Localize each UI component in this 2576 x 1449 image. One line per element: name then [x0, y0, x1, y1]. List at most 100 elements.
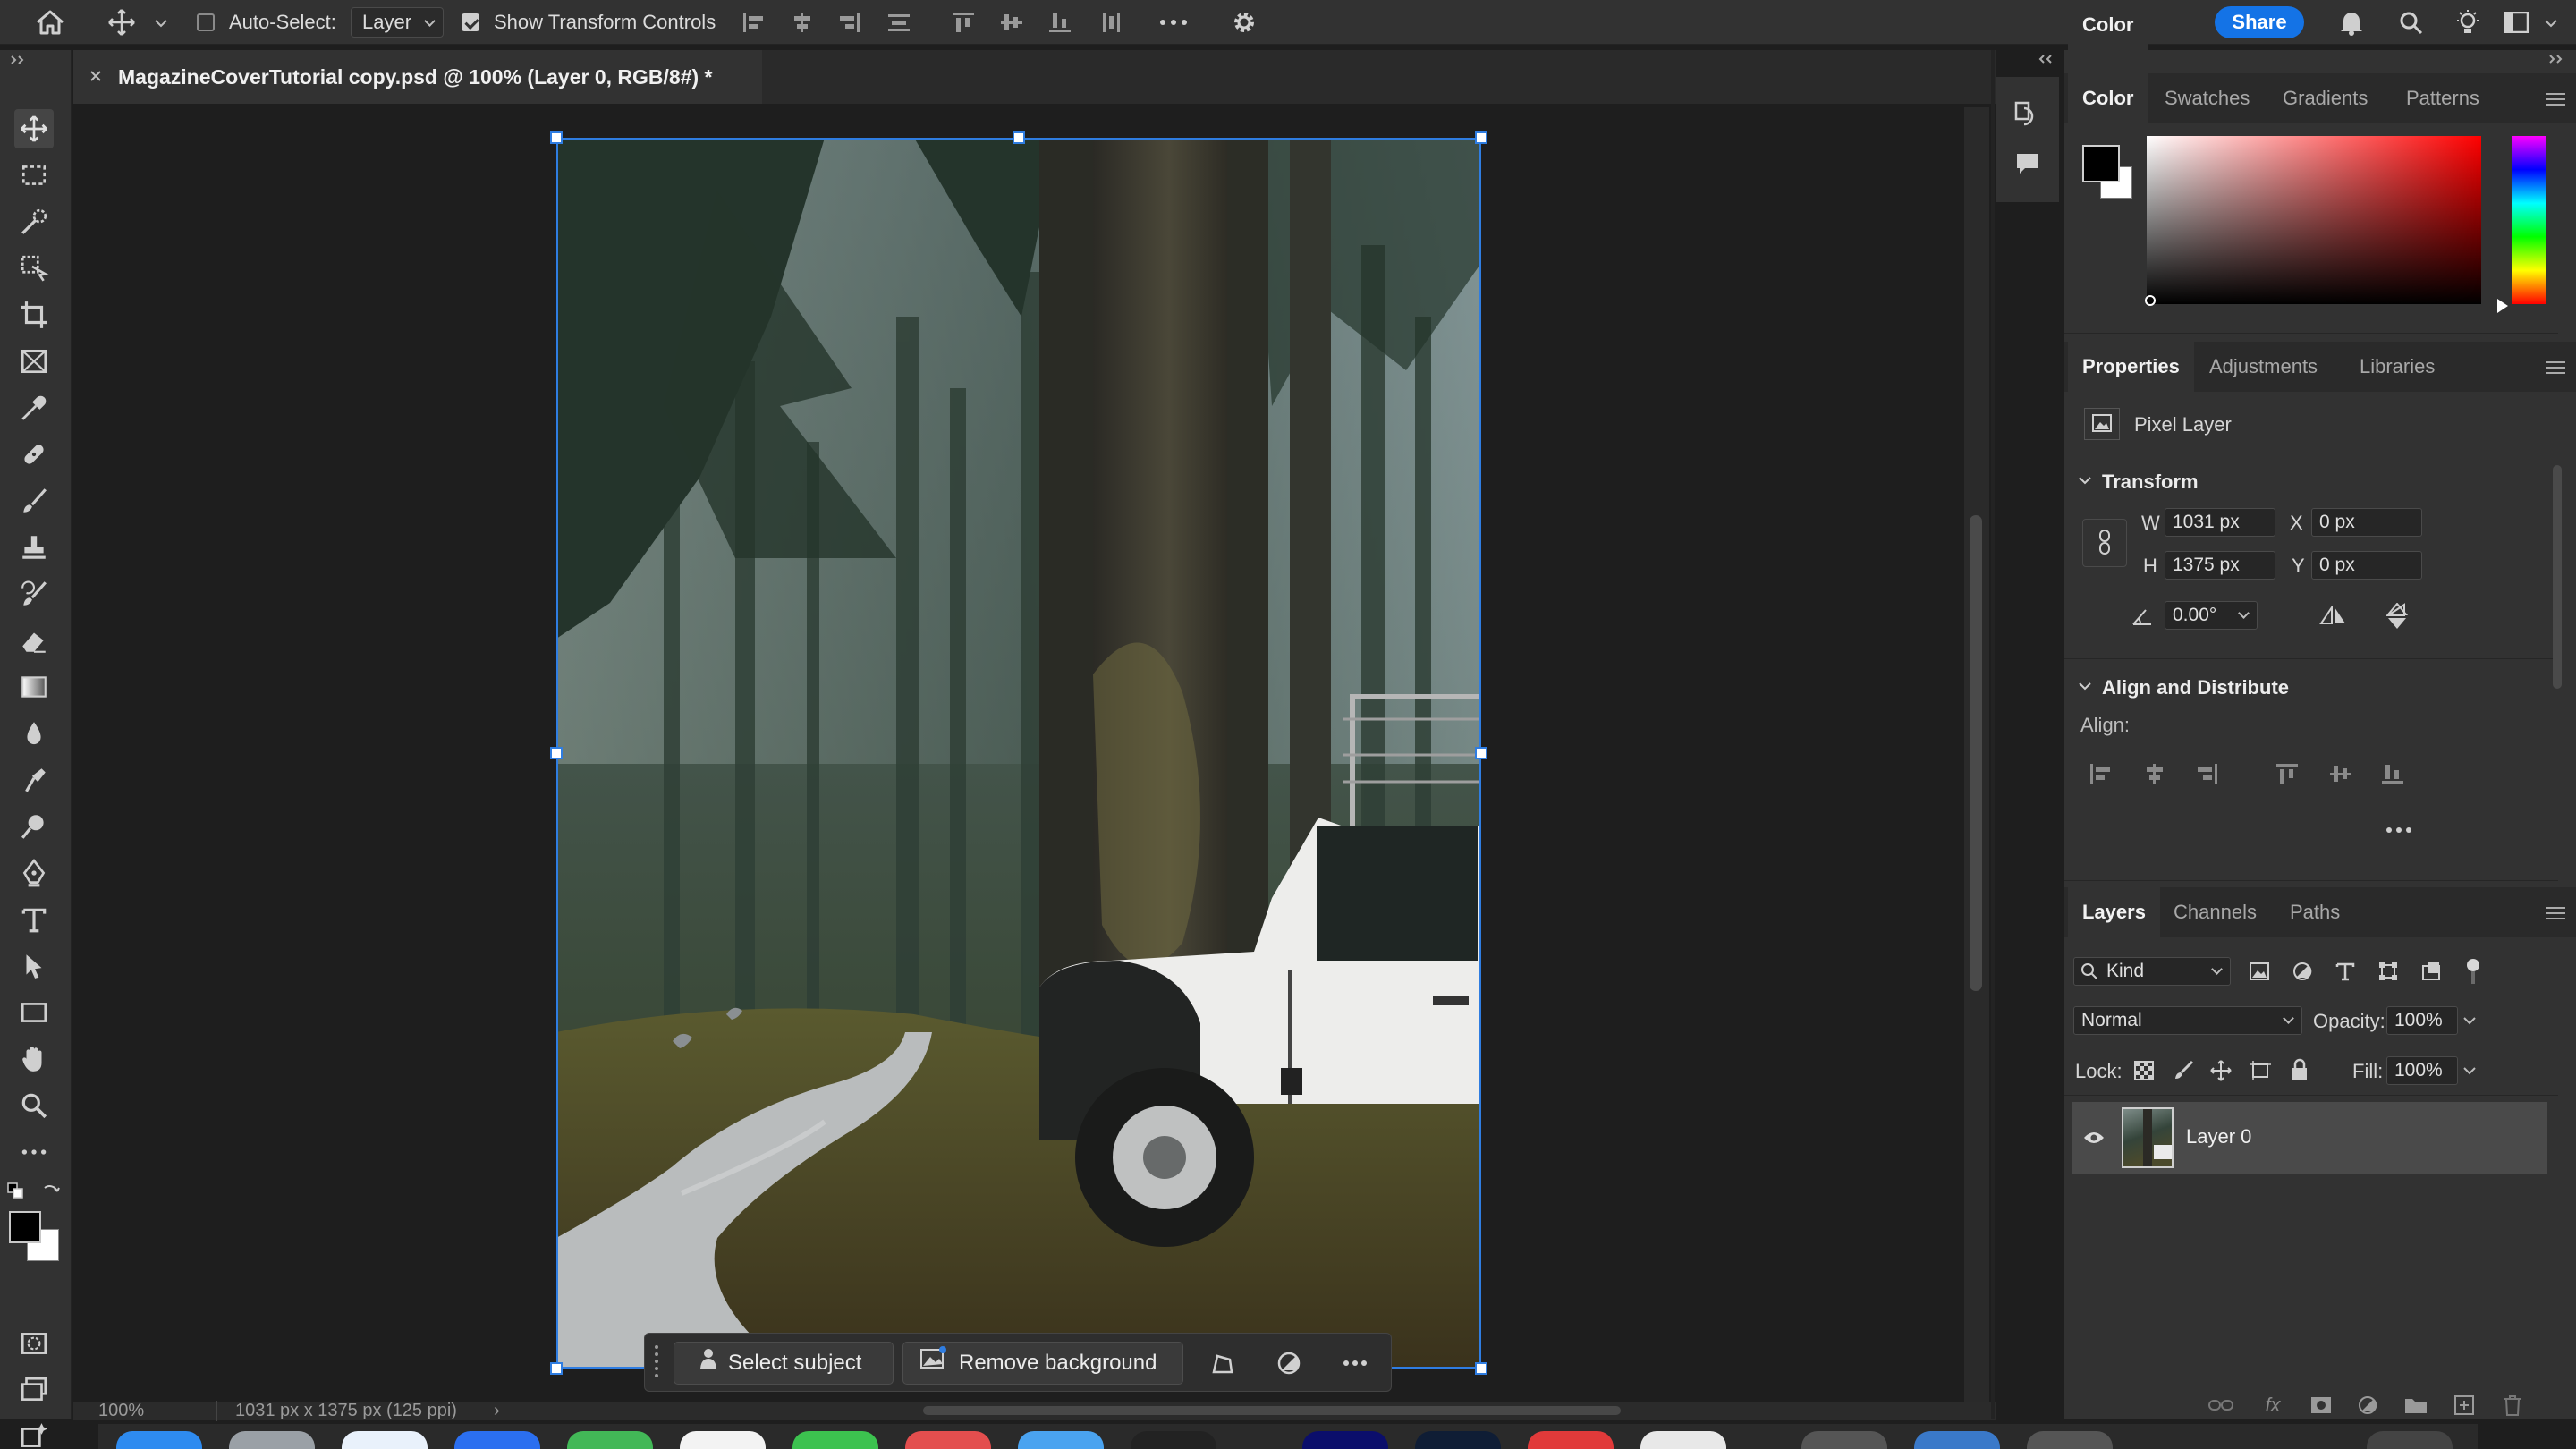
dodge-tool-icon[interactable] — [14, 807, 54, 846]
eyedropper-tool-icon[interactable] — [14, 388, 54, 428]
align-right-edges-icon[interactable] — [834, 9, 864, 36]
adjustment-circle-icon[interactable] — [1271, 1346, 1307, 1380]
quick-selection-tool-icon[interactable] — [14, 249, 54, 288]
filter-toggle-switch[interactable] — [2467, 959, 2479, 971]
screen-mode-icon[interactable] — [14, 1370, 54, 1410]
filter-smart-objects-icon[interactable] — [2417, 957, 2445, 986]
layer-row[interactable]: Layer 0 — [2072, 1102, 2547, 1174]
history-brush-tool-icon[interactable] — [14, 574, 54, 614]
x-position-field[interactable]: 0 px — [2311, 508, 2422, 537]
auto-select-checkbox[interactable] — [197, 13, 215, 31]
brush-tool-icon[interactable] — [14, 481, 54, 521]
hand-tool-icon[interactable] — [14, 1039, 54, 1079]
workspace-layout-icon[interactable] — [2501, 9, 2533, 36]
align-vertical-centers-icon[interactable] — [996, 9, 1027, 36]
remove-background-button[interactable]: Remove background — [902, 1342, 1183, 1385]
new-layer-icon[interactable] — [2449, 1392, 2479, 1419]
move-tool-icon[interactable] — [14, 109, 54, 148]
tab-gradients[interactable]: Gradients — [2283, 73, 2368, 123]
panel-align-top-icon[interactable] — [2272, 760, 2302, 787]
collapse-toolbar-icon[interactable] — [7, 54, 29, 66]
discover-lightbulb-icon[interactable] — [2451, 7, 2485, 38]
properties-scrollbar-thumb[interactable] — [2553, 465, 2562, 689]
blend-mode-dropdown[interactable]: Normal — [2073, 1006, 2302, 1035]
add-mask-icon[interactable] — [2306, 1392, 2336, 1419]
dock-app-icon[interactable] — [2027, 1431, 2113, 1449]
tab-properties[interactable]: Properties — [2068, 342, 2194, 392]
tab-paths[interactable]: Paths — [2290, 887, 2340, 937]
eraser-tool-icon[interactable] — [14, 621, 54, 660]
dock-photos-icon[interactable] — [680, 1431, 766, 1449]
foreground-color-swatch[interactable] — [9, 1211, 41, 1243]
lock-artboard-icon[interactable] — [2247, 1057, 2274, 1084]
transform-shape-icon[interactable] — [1205, 1346, 1241, 1380]
search-icon[interactable] — [2394, 7, 2428, 38]
notifications-bell-icon[interactable] — [2334, 7, 2368, 38]
dock-app-icon[interactable] — [454, 1431, 540, 1449]
width-field[interactable]: 1031 px — [2165, 508, 2275, 537]
generative-fill-icon[interactable] — [14, 1417, 54, 1449]
settings-gear-icon[interactable] — [1227, 7, 1261, 38]
transform-handle-top-right[interactable] — [1475, 131, 1487, 144]
dock-app-icon[interactable] — [229, 1431, 315, 1449]
chevron-down-icon[interactable] — [150, 13, 172, 34]
flip-horizontal-icon[interactable] — [2317, 601, 2349, 631]
show-transform-checkbox[interactable] — [462, 13, 479, 31]
tab-patterns[interactable]: Patterns — [2406, 73, 2479, 123]
layers-panel-menu-icon[interactable] — [2546, 907, 2565, 919]
dock-app-icon[interactable] — [1018, 1431, 1104, 1449]
type-tool-icon[interactable] — [14, 900, 54, 939]
crop-tool-icon[interactable] — [14, 295, 54, 335]
transform-handle-bottom-right[interactable] — [1475, 1362, 1487, 1375]
lock-transparent-pixels-icon[interactable] — [2131, 1057, 2157, 1084]
quick-mask-icon[interactable] — [14, 1324, 54, 1363]
distribute-vertical-icon[interactable] — [884, 9, 914, 36]
path-selection-tool-icon[interactable] — [14, 946, 54, 986]
dock-finder-icon[interactable] — [116, 1431, 202, 1449]
transform-collapse-chevron-icon[interactable] — [2075, 470, 2095, 490]
filter-shape-layers-icon[interactable] — [2374, 957, 2402, 986]
new-group-folder-icon[interactable] — [2401, 1392, 2431, 1419]
fill-field[interactable]: 100% — [2386, 1056, 2458, 1085]
fill-chevron-icon[interactable] — [2460, 1059, 2479, 1082]
more-options-icon[interactable] — [1156, 9, 1191, 36]
tab-swatches[interactable]: Swatches — [2165, 73, 2250, 123]
collapse-dock-icon[interactable] — [2036, 52, 2055, 66]
align-collapse-chevron-icon[interactable] — [2075, 676, 2095, 696]
swap-colors-icon[interactable] — [39, 1179, 63, 1202]
lock-position-icon[interactable] — [2207, 1057, 2234, 1084]
dock-app-icon[interactable] — [1131, 1431, 1216, 1449]
vertical-scrollbar-track[interactable] — [1964, 107, 1989, 1402]
select-subject-button[interactable]: Select subject — [674, 1342, 894, 1385]
status-chevron-icon[interactable]: › — [494, 1401, 500, 1421]
panel-splitter[interactable] — [1991, 50, 1995, 1419]
y-position-field[interactable]: 0 px — [2311, 551, 2422, 580]
color-foreground-swatch[interactable] — [2082, 145, 2120, 182]
rectangular-marquee-tool-icon[interactable] — [14, 156, 54, 195]
close-tab-icon[interactable] — [86, 66, 106, 86]
align-left-edges-icon[interactable] — [739, 9, 769, 36]
share-button[interactable]: Share — [2215, 6, 2304, 38]
dock-folder-icon[interactable] — [1914, 1431, 2000, 1449]
transform-handle-middle-left[interactable] — [550, 747, 563, 759]
layer-effects-fx-icon[interactable]: fx — [2258, 1392, 2288, 1419]
panel-align-center-icon[interactable] — [2140, 760, 2170, 787]
rectangle-tool-icon[interactable] — [14, 993, 54, 1032]
panel-align-middle-icon[interactable] — [2326, 760, 2356, 787]
layer-visibility-eye-icon[interactable] — [2080, 1125, 2107, 1150]
contextual-more-icon[interactable] — [1337, 1346, 1373, 1380]
hue-slider-marker[interactable] — [2497, 299, 2508, 313]
zoom-level[interactable]: 100% — [98, 1401, 144, 1421]
tab-channels[interactable]: Channels — [2174, 887, 2257, 937]
history-panel-icon[interactable] — [2011, 97, 2045, 131]
transform-handle-middle-right[interactable] — [1475, 747, 1487, 759]
distribute-horizontal-icon[interactable] — [1097, 9, 1127, 36]
clone-stamp-tool-icon[interactable] — [14, 528, 54, 567]
spot-healing-brush-tool-icon[interactable] — [14, 435, 54, 474]
tab-adjustments[interactable]: Adjustments — [2209, 342, 2318, 392]
dock-photoshop-icon[interactable] — [1415, 1431, 1501, 1449]
flip-vertical-icon[interactable] — [2381, 601, 2413, 631]
align-horizontal-centers-icon[interactable] — [787, 9, 818, 36]
dock-maps-icon[interactable] — [567, 1431, 653, 1449]
filter-pixel-layers-icon[interactable] — [2245, 957, 2274, 986]
